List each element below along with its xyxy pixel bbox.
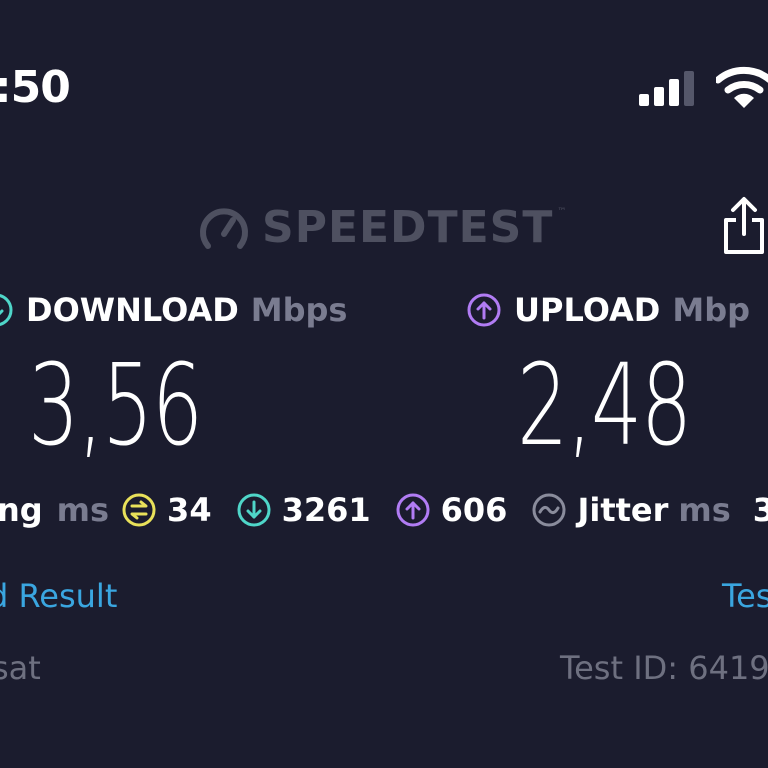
jitter-label: Jitter [577, 491, 669, 529]
speedtest-brand: SPEEDTEST ™ [198, 198, 574, 258]
upload-value: 2,48 [517, 341, 692, 471]
brand-label: SPEEDTEST [262, 202, 554, 253]
ping-download-value: 3261 [281, 491, 371, 529]
download-arrow-icon [237, 493, 271, 527]
upload-arrow-icon [467, 293, 501, 327]
ping-idle-value: 34 [167, 491, 212, 529]
download-label: DOWNLOAD [26, 291, 239, 329]
jitter-icon [532, 493, 566, 527]
status-time: :50 [0, 62, 71, 113]
download-value: 3,56 [28, 341, 203, 471]
upload-label: UPLOAD [514, 291, 661, 329]
ping-unit: ms [56, 491, 110, 529]
download-header: DOWNLOAD Mbps [0, 288, 347, 332]
jitter-unit: ms [678, 491, 731, 529]
upload-header: UPLOAD Mbp [466, 288, 750, 332]
cellular-signal-icon [639, 71, 694, 106]
ping-idle-group: 34 [121, 486, 212, 534]
share-icon[interactable] [721, 196, 767, 256]
upload-unit: Mbp [672, 291, 751, 329]
jitter-value: 3 [752, 491, 768, 529]
brand-trademark: ™ [557, 207, 567, 217]
ping-label: ing [0, 491, 43, 529]
download-unit: Mbps [250, 291, 348, 329]
wifi-icon [716, 66, 768, 108]
test-id: Test ID: 6419 [560, 649, 768, 687]
ping-idle-icon [122, 493, 156, 527]
provider-name: sat [0, 649, 41, 687]
result-link[interactable]: d Result [0, 574, 117, 618]
download-arrow-icon [0, 293, 13, 327]
speedometer-icon [200, 208, 248, 249]
ping-upload-group: 606 [395, 486, 508, 534]
test-link[interactable]: Tes [722, 574, 768, 618]
jitter-group: Jitter ms 3 [531, 486, 768, 534]
ping-upload-value: 606 [440, 491, 508, 529]
ping-download-group: 3261 [236, 486, 371, 534]
ping-row: ing ms 34 3261 606 Jitter ms 3 [0, 486, 768, 534]
upload-arrow-icon [396, 493, 430, 527]
